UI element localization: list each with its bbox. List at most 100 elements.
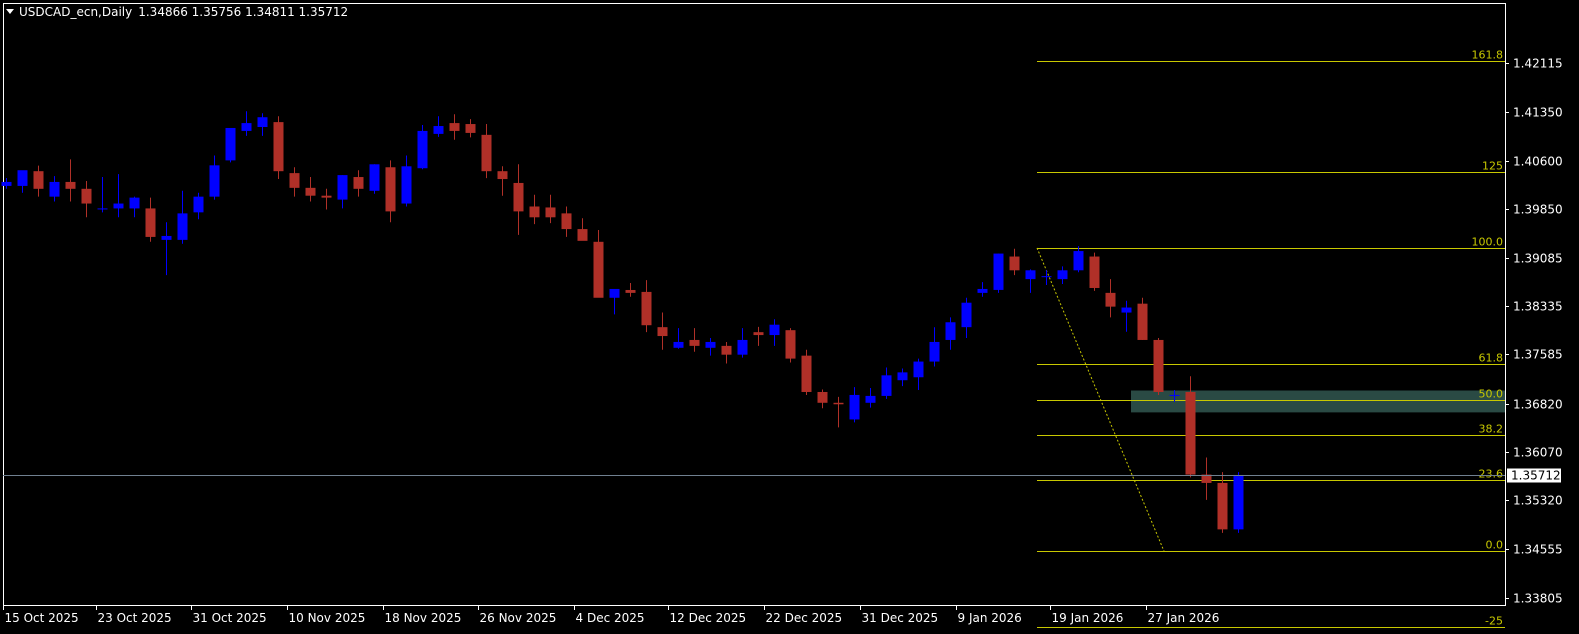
candle-body[interactable] <box>625 289 636 293</box>
candle-body[interactable] <box>497 171 508 180</box>
candle-body[interactable] <box>1089 256 1100 288</box>
candle-body[interactable] <box>593 241 604 298</box>
price-chart[interactable]: 161.8 125 100.0 61.8 50.0 38.2 23.6 0.0 -25 1.421… <box>0 0 1579 634</box>
candle-body[interactable] <box>961 302 972 328</box>
candle-body[interactable] <box>977 288 988 293</box>
candle-body[interactable] <box>993 253 1004 290</box>
candle-body[interactable] <box>609 288 620 298</box>
candle-body[interactable] <box>785 330 796 359</box>
candle-body[interactable] <box>369 164 380 191</box>
price-axis-label: 1.41350 <box>1513 106 1563 120</box>
candle-body[interactable] <box>145 208 156 237</box>
candle-body[interactable] <box>561 213 572 230</box>
candle-body[interactable] <box>833 402 844 405</box>
candle-body[interactable] <box>401 166 412 204</box>
candle-body[interactable] <box>1185 391 1196 475</box>
candle-body[interactable] <box>1009 256 1020 271</box>
candle-body[interactable] <box>1105 292 1116 307</box>
chart-window[interactable]: 161.8 125 100.0 61.8 50.0 38.2 23.6 0.0 -25 1.421… <box>0 0 1579 634</box>
candle-body[interactable] <box>1073 251 1084 271</box>
candle-body[interactable] <box>177 213 188 240</box>
candle-body[interactable] <box>337 175 348 200</box>
candle-body[interactable] <box>81 188 92 204</box>
price-axis-label: 1.39085 <box>1513 252 1563 266</box>
time-axis-label: 10 Nov 2025 <box>289 611 366 625</box>
price-axis-label: 1.34555 <box>1513 543 1563 557</box>
candle-body[interactable] <box>161 235 172 240</box>
candle-body[interactable] <box>17 170 28 186</box>
candle-body[interactable] <box>849 394 860 420</box>
candle-body[interactable] <box>257 117 268 128</box>
candle-body[interactable] <box>273 122 284 172</box>
chart-header: USDCAD_ecn,Daily 1.34866 1.35756 1.34811 … <box>6 4 348 20</box>
candle-body[interactable] <box>305 187 316 196</box>
candle-body[interactable] <box>513 182 524 212</box>
candle-body[interactable] <box>641 291 652 326</box>
candle-body[interactable] <box>929 341 940 362</box>
candle-body[interactable] <box>1041 276 1052 278</box>
candle-body[interactable] <box>97 208 108 210</box>
candle-body[interactable] <box>657 327 668 337</box>
time-axis-label: 4 Dec 2025 <box>576 611 645 625</box>
candle-body[interactable] <box>113 203 124 209</box>
ohlc-values: 1.34866 1.35756 1.34811 1.35712 <box>138 5 349 19</box>
candle-body[interactable] <box>689 339 700 346</box>
candle-body[interactable] <box>1121 307 1132 313</box>
candle-body[interactable] <box>241 123 252 131</box>
candle-body[interactable] <box>1057 270 1068 280</box>
symbol-label: USDCAD_ecn,Daily <box>19 5 133 19</box>
price-axis-label: 1.36820 <box>1513 398 1563 412</box>
price-axis-label: 1.39850 <box>1513 203 1563 217</box>
time-axis-label: 31 Dec 2025 <box>862 611 939 625</box>
candle-body[interactable] <box>129 197 140 209</box>
price-axis-label: 1.37585 <box>1513 348 1563 362</box>
candle-body[interactable] <box>433 126 444 134</box>
fib-level-label: 50.0 <box>1479 388 1504 401</box>
time-axis-label: 26 Nov 2025 <box>480 611 557 625</box>
candle-body[interactable] <box>577 229 588 241</box>
candle-body[interactable] <box>385 167 396 212</box>
candle-body[interactable] <box>1025 270 1036 280</box>
candle-body[interactable] <box>481 134 492 172</box>
candle-body[interactable] <box>817 391 828 403</box>
candle-body[interactable] <box>705 341 716 348</box>
candle-body[interactable] <box>417 130 428 169</box>
candle-body[interactable] <box>801 355 812 392</box>
candle-body[interactable] <box>545 207 556 218</box>
price-axis-label: 1.36070 <box>1513 446 1563 460</box>
candle-body[interactable] <box>1233 474 1244 530</box>
candle-body[interactable] <box>289 173 300 188</box>
candle-body[interactable] <box>945 322 956 340</box>
time-axis-label: 12 Dec 2025 <box>670 611 747 625</box>
time-axis-label: 22 Dec 2025 <box>766 611 843 625</box>
candle-body[interactable] <box>673 341 684 348</box>
candle-body[interactable] <box>1137 303 1148 340</box>
candle-body[interactable] <box>65 181 76 189</box>
candle-body[interactable] <box>321 195 332 198</box>
fib-level-label: 61.8 <box>1479 352 1504 365</box>
candle-body[interactable] <box>1153 339 1164 392</box>
candle-body[interactable] <box>529 206 540 218</box>
candle-body[interactable] <box>465 124 476 133</box>
candle-body[interactable] <box>209 165 220 197</box>
candle-body[interactable] <box>225 127 236 161</box>
candle-body[interactable] <box>1217 482 1228 530</box>
candle-body[interactable] <box>33 171 44 189</box>
candle-body[interactable] <box>897 372 908 381</box>
candle-body[interactable] <box>1 181 12 186</box>
candle-body[interactable] <box>865 395 876 403</box>
time-axis-label: 19 Jan 2026 <box>1052 611 1124 625</box>
price-axis-label: 1.40600 <box>1513 155 1563 169</box>
candle-body[interactable] <box>449 123 460 131</box>
candle-body[interactable] <box>353 177 364 189</box>
candle-body[interactable] <box>1169 394 1180 396</box>
candle-body[interactable] <box>737 339 748 355</box>
candle-body[interactable] <box>881 375 892 396</box>
candle-body[interactable] <box>721 345 732 355</box>
candle-body[interactable] <box>913 361 924 378</box>
candle-body[interactable] <box>769 324 780 336</box>
candle-body[interactable] <box>753 332 764 336</box>
collapse-triangle-icon[interactable] <box>6 9 14 14</box>
candle-body[interactable] <box>193 196 204 213</box>
candle-body[interactable] <box>49 181 60 197</box>
